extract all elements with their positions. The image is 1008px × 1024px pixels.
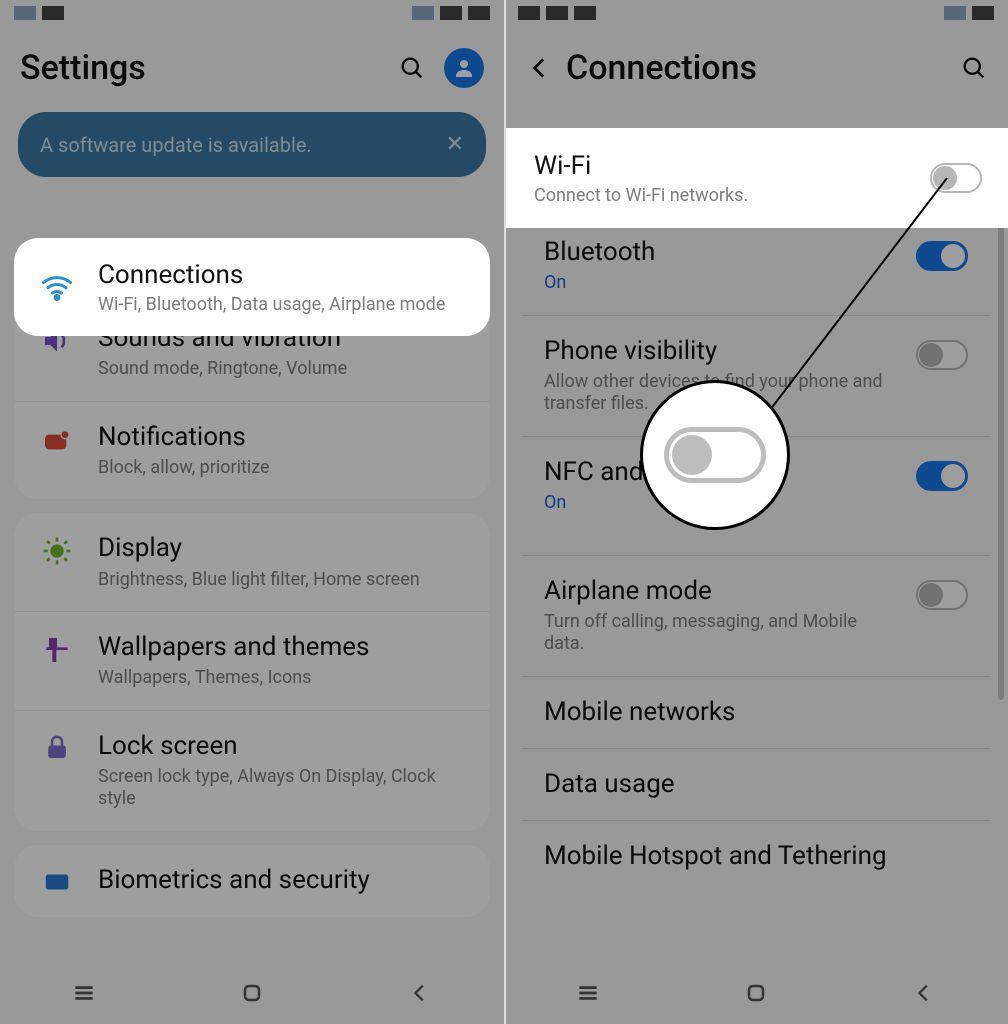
- row-sub: Turn off calling, messaging, and Mobile …: [544, 611, 896, 656]
- row-sub: Block, allow, prioritize: [98, 457, 468, 480]
- row-title: Wi-Fi: [534, 151, 748, 181]
- row-title: Biometrics and security: [98, 865, 468, 896]
- android-navbar: [504, 962, 1008, 1024]
- toggle-magnifier: [640, 380, 790, 530]
- row-bluetooth[interactable]: Bluetooth On: [522, 216, 990, 315]
- close-icon[interactable]: ✕: [446, 132, 464, 157]
- row-title: Connections: [98, 260, 445, 290]
- row-sub: Brightness, Blue light filter, Home scre…: [98, 569, 468, 592]
- back-icon[interactable]: [406, 979, 434, 1007]
- row-title: Data usage: [544, 769, 968, 800]
- status-bar: [504, 0, 1008, 26]
- row-wallpapers[interactable]: Wallpapers and themes Wallpapers, Themes…: [14, 611, 490, 710]
- status-bar: [0, 0, 504, 26]
- back-icon[interactable]: [910, 979, 938, 1007]
- connections-header: Connections: [504, 26, 1008, 106]
- wifi-icon: [36, 269, 78, 305]
- row-sub: Wi-Fi, Bluetooth, Data usage, Airplane m…: [98, 294, 445, 315]
- row-status: On: [544, 272, 896, 295]
- row-biometrics[interactable]: Biometrics and security: [14, 845, 490, 917]
- row-notifications[interactable]: Notifications Block, allow, prioritize: [14, 401, 490, 500]
- settings-screen: Settings A software update is available.…: [0, 0, 504, 1024]
- row-connections[interactable]: Connections Wi-Fi, Bluetooth, Data usage…: [14, 238, 490, 336]
- row-airplane-mode[interactable]: Airplane mode Turn off calling, messagin…: [522, 555, 990, 676]
- row-title: Mobile networks: [544, 697, 968, 728]
- row-title: Airplane mode: [544, 576, 896, 607]
- wifi-toggle-enlarged: [664, 427, 766, 483]
- account-avatar[interactable]: [444, 48, 484, 88]
- row-sub: Wallpapers, Themes, Icons: [98, 667, 468, 690]
- page-title: Settings: [20, 48, 146, 88]
- display-icon: [36, 535, 78, 567]
- page-title: Connections: [566, 48, 757, 88]
- back-button[interactable]: [524, 52, 556, 84]
- row-title: Notifications: [98, 422, 468, 453]
- row-sub: Screen lock type, Always On Display, Clo…: [98, 766, 468, 811]
- visibility-toggle[interactable]: [916, 340, 968, 370]
- wifi-toggle[interactable]: [930, 163, 982, 193]
- row-sub: Connect to Wi-Fi networks.: [534, 185, 748, 206]
- row-display[interactable]: Display Brightness, Blue light filter, H…: [14, 513, 490, 611]
- row-mobile-networks[interactable]: Mobile networks: [522, 676, 990, 748]
- row-wifi[interactable]: Wi-Fi Connect to Wi-Fi networks.: [504, 128, 1008, 228]
- nfc-toggle[interactable]: [916, 461, 968, 491]
- row-title: Mobile Hotspot and Tethering: [544, 841, 968, 872]
- row-title: Display: [98, 533, 468, 564]
- row-title: Lock screen: [98, 731, 468, 762]
- row-title: Bluetooth: [544, 237, 896, 268]
- settings-header: Settings: [0, 26, 504, 106]
- notification-icon: [36, 424, 78, 456]
- banner-text: A software update is available.: [40, 133, 312, 157]
- home-icon[interactable]: [742, 979, 770, 1007]
- biometrics-icon: [36, 867, 78, 897]
- wallpaper-icon: [36, 634, 78, 666]
- recents-icon[interactable]: [574, 979, 602, 1007]
- home-icon[interactable]: [238, 979, 266, 1007]
- recents-icon[interactable]: [70, 979, 98, 1007]
- row-sub: Sound mode, Ringtone, Volume: [98, 358, 468, 381]
- row-title: Wallpapers and themes: [98, 632, 468, 663]
- bluetooth-toggle[interactable]: [916, 241, 968, 271]
- update-banner[interactable]: A software update is available. ✕: [18, 112, 486, 177]
- row-lockscreen[interactable]: Lock screen Screen lock type, Always On …: [14, 710, 490, 831]
- airplane-toggle[interactable]: [916, 580, 968, 610]
- search-icon[interactable]: [398, 54, 426, 82]
- row-hotspot[interactable]: Mobile Hotspot and Tethering: [522, 820, 990, 892]
- row-title: Phone visibility: [544, 336, 896, 367]
- search-icon[interactable]: [960, 54, 988, 82]
- lock-icon: [36, 733, 78, 763]
- android-navbar: [0, 962, 504, 1024]
- row-data-usage[interactable]: Data usage: [522, 748, 990, 820]
